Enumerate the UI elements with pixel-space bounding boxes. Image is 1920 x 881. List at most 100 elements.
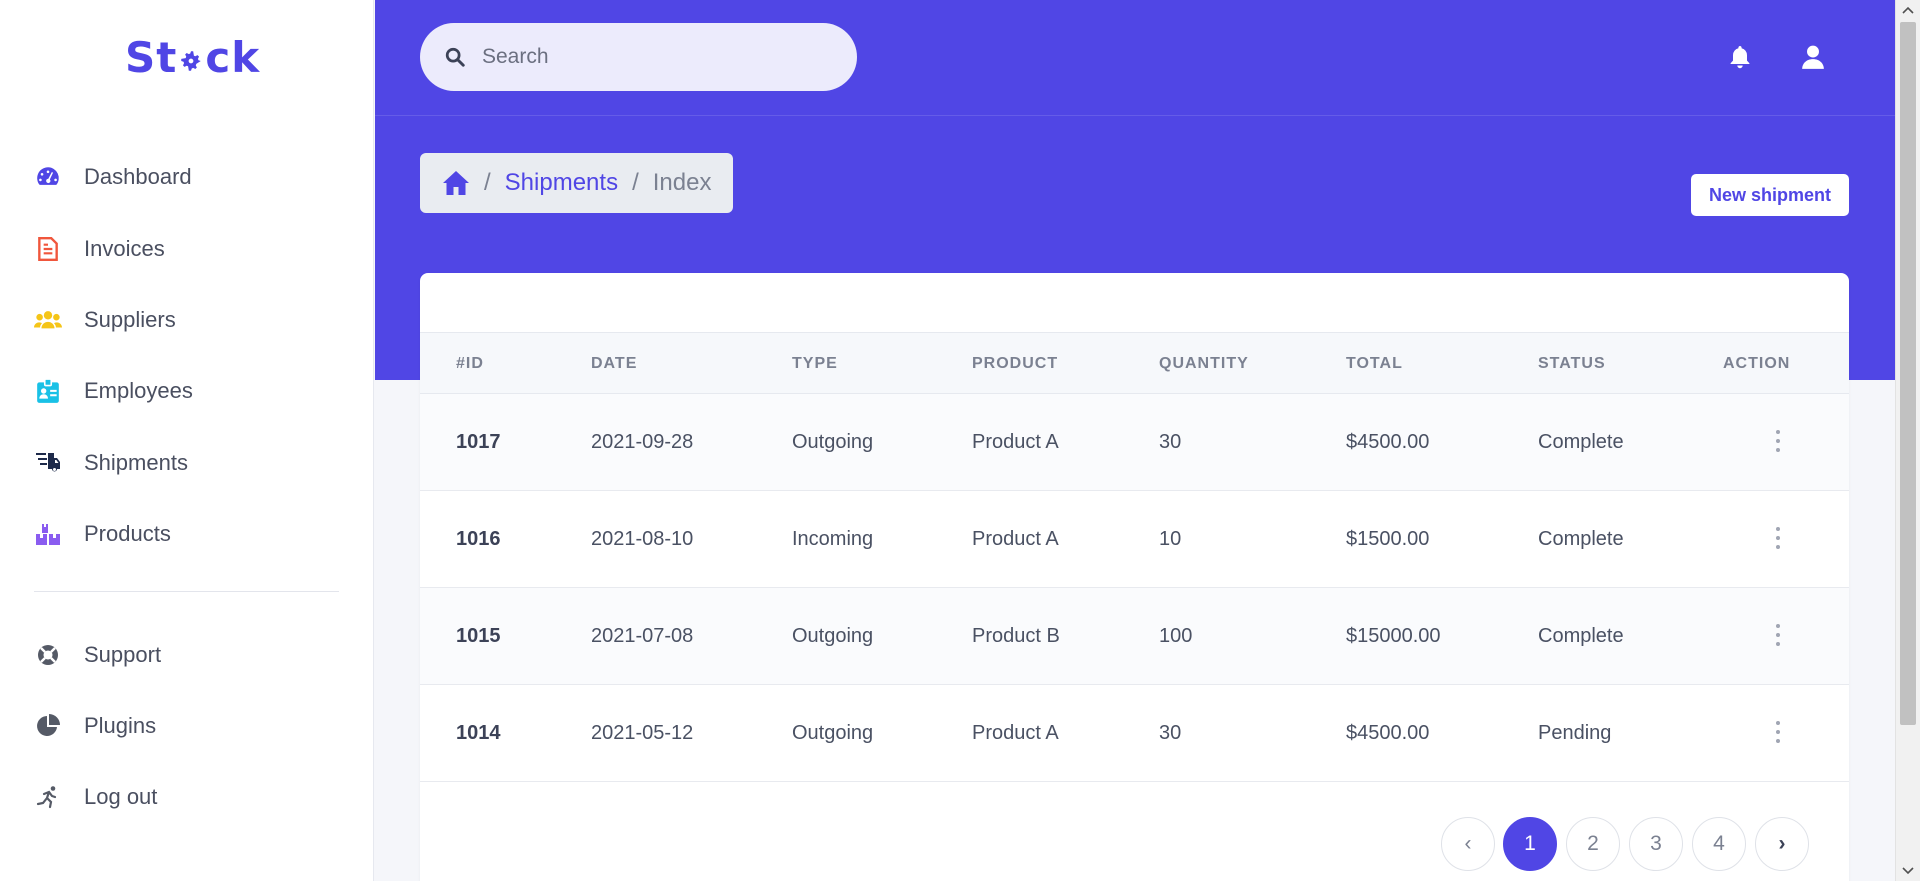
sidebar-item-label: Employees [84, 378, 193, 403]
sidebar-item-label: Products [84, 521, 171, 546]
scroll-down-icon[interactable] [1902, 864, 1914, 876]
cell-status: Complete [1538, 625, 1624, 647]
cell-status: Pending [1538, 722, 1612, 744]
pagination-page-1[interactable]: 1 [1503, 817, 1557, 871]
sidebar-item-label: Log out [84, 784, 158, 809]
breadcrumb-separator: / [484, 169, 491, 196]
sidebar-item-plugins[interactable]: Plugins [34, 706, 344, 746]
pagination-page-3[interactable]: 3 [1629, 817, 1683, 871]
cell-total: $4500.00 [1346, 431, 1430, 453]
cell-id: 1016 [456, 528, 501, 550]
table-row: 1016 2021-08-10 Incoming Product A 10 $1… [420, 491, 1849, 588]
logo[interactable]: St ck [125, 33, 260, 82]
table-row: 1015 2021-07-08 Outgoing Product B 100 $… [420, 588, 1849, 685]
column-header-product: PRODUCT [972, 355, 1059, 372]
page-scrollbar[interactable] [1895, 0, 1920, 881]
sidebar-item-support[interactable]: Support [34, 635, 344, 675]
table-row: 1017 2021-09-28 Outgoing Product A 30 $4… [420, 394, 1849, 491]
column-header-status: STATUS [1538, 355, 1606, 372]
breadcrumb-shipments[interactable]: Shipments [505, 169, 618, 197]
cell-date: 2021-07-08 [591, 625, 694, 647]
cell-product: Product A [972, 528, 1059, 550]
sidebar-item-label: Support [84, 642, 162, 667]
pagination-next[interactable]: › [1755, 817, 1809, 871]
id-card-icon [34, 377, 62, 405]
sidebar: St ck Dashboard Invoices Suppliers Employ… [0, 0, 374, 881]
gear-icon [181, 51, 202, 71]
cell-id: 1014 [456, 722, 501, 744]
cell-quantity: 30 [1159, 722, 1182, 744]
table-row: 1014 2021-05-12 Outgoing Product A 30 $4… [420, 685, 1849, 782]
user-icon[interactable] [1800, 44, 1826, 72]
cell-product: Product A [972, 431, 1059, 453]
column-header-type: TYPE [792, 355, 838, 372]
cell-status: Complete [1538, 431, 1624, 453]
cell-product: Product B [972, 625, 1060, 647]
cell-quantity: 100 [1159, 625, 1193, 647]
row-actions-menu-icon[interactable] [1772, 624, 1784, 646]
breadcrumb-separator: / [632, 169, 639, 196]
cell-type: Outgoing [792, 625, 874, 647]
column-header-action: ACTION [1723, 355, 1791, 372]
table-header: #ID DATE TYPE PRODUCT QUANTITY TOTAL STA… [420, 332, 1849, 394]
logo-text-end: ck [205, 33, 261, 82]
invoice-icon [34, 235, 62, 263]
sidebar-item-label: Plugins [84, 713, 157, 738]
row-actions-menu-icon[interactable] [1772, 430, 1784, 452]
sidebar-item-logout[interactable]: Log out [34, 777, 344, 817]
running-icon [34, 783, 62, 811]
lifebuoy-icon [34, 641, 62, 669]
cell-quantity: 10 [1159, 528, 1182, 550]
column-header-total: TOTAL [1346, 355, 1403, 372]
row-actions-menu-icon[interactable] [1772, 527, 1784, 549]
cell-status: Complete [1538, 528, 1624, 550]
cell-id: 1017 [456, 431, 501, 453]
scrollbar-thumb[interactable] [1900, 22, 1916, 725]
search-box[interactable] [420, 23, 857, 91]
sidebar-item-dashboard[interactable]: Dashboard [34, 157, 344, 197]
row-actions-menu-icon[interactable] [1772, 721, 1784, 743]
cell-total: $4500.00 [1346, 722, 1430, 744]
column-header-id: #ID [456, 355, 484, 372]
cell-type: Outgoing [792, 722, 874, 744]
sidebar-item-employees[interactable]: Employees [34, 371, 344, 411]
pagination-page-2[interactable]: 2 [1566, 817, 1620, 871]
sidebar-item-label: Suppliers [84, 307, 176, 332]
breadcrumb-current: Index [652, 169, 712, 196]
pagination-page-4[interactable]: 4 [1692, 817, 1746, 871]
scroll-up-icon[interactable] [1902, 5, 1914, 17]
pie-chart-icon [34, 712, 62, 740]
new-shipment-button[interactable]: New shipment [1691, 174, 1849, 216]
breadcrumb: / Shipments / Index [420, 153, 734, 213]
topbar-divider [375, 115, 1895, 116]
cell-id: 1015 [456, 625, 501, 647]
users-icon [34, 306, 62, 334]
home-icon[interactable] [442, 170, 470, 196]
cell-type: Incoming [792, 528, 874, 550]
cell-date: 2021-09-28 [591, 431, 694, 453]
boxes-icon [34, 520, 62, 548]
column-header-date: DATE [591, 355, 638, 372]
cell-date: 2021-08-10 [591, 528, 694, 550]
sidebar-item-shipments[interactable]: Shipments [34, 443, 344, 483]
cell-product: Product A [972, 722, 1059, 744]
bell-icon[interactable] [1728, 44, 1754, 72]
sidebar-item-label: Invoices [84, 236, 165, 261]
search-input[interactable] [482, 45, 842, 69]
gauge-icon [34, 163, 62, 191]
sidebar-item-suppliers[interactable]: Suppliers [34, 300, 344, 340]
pagination-prev[interactable]: ‹ [1441, 817, 1495, 871]
sidebar-item-label: Shipments [84, 450, 188, 475]
cell-date: 2021-05-12 [591, 722, 694, 744]
logo-text-start: St [125, 33, 178, 82]
column-header-quantity: QUANTITY [1159, 355, 1249, 372]
truck-icon [34, 449, 62, 477]
cell-total: $1500.00 [1346, 528, 1430, 550]
sidebar-item-products[interactable]: Products [34, 514, 344, 554]
cell-quantity: 30 [1159, 431, 1182, 453]
sidebar-item-invoices[interactable]: Invoices [34, 229, 344, 269]
cell-total: $15000.00 [1346, 625, 1441, 647]
sidebar-item-label: Dashboard [84, 164, 192, 189]
sidebar-divider [34, 591, 339, 592]
cell-type: Outgoing [792, 431, 874, 453]
